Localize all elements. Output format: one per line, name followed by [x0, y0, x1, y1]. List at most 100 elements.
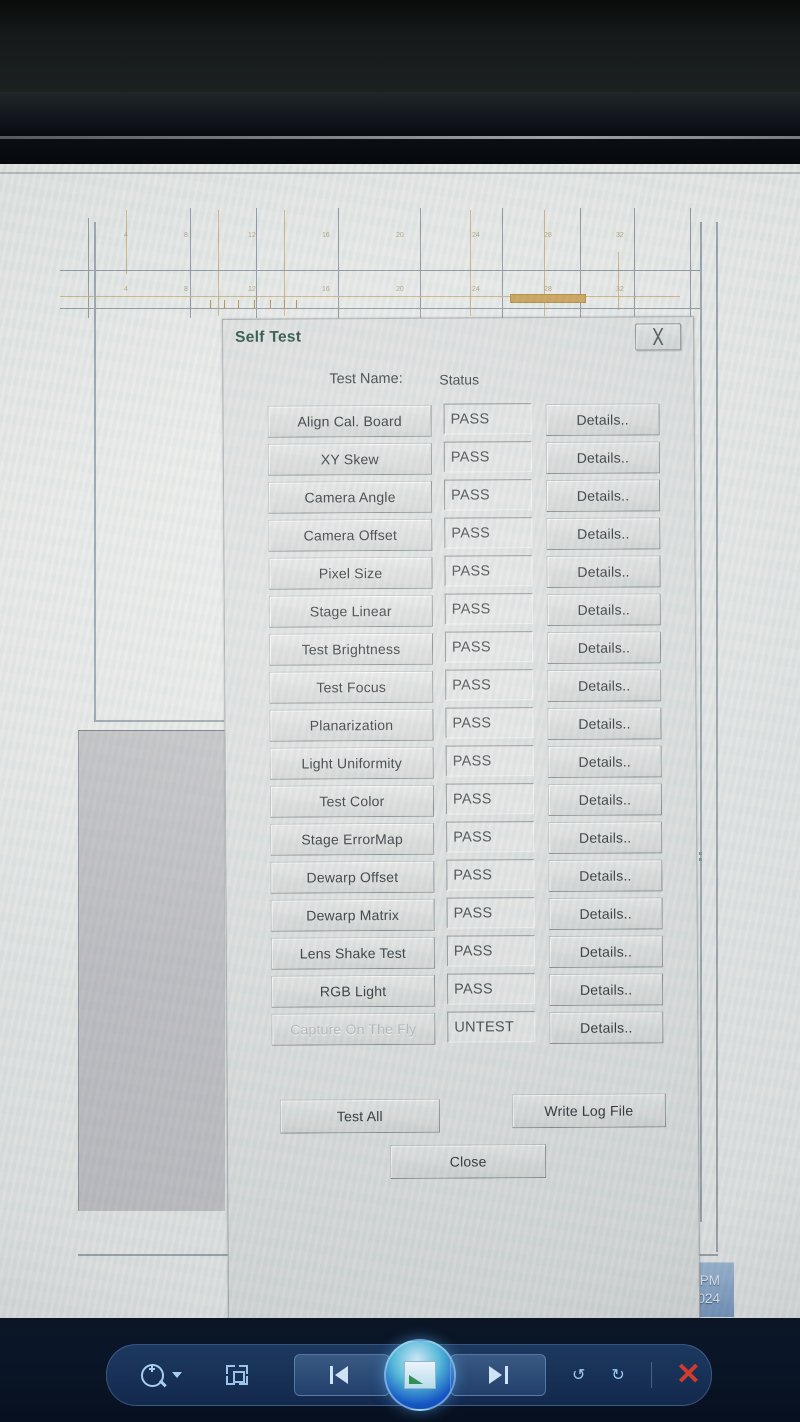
test-button[interactable]: Dewarp Matrix [270, 898, 435, 932]
test-row: Test Brightness PASS Details.. [225, 629, 695, 670]
test-row: Light Uniformity PASS Details.. [226, 743, 696, 784]
status-field: PASS [445, 783, 535, 815]
details-button[interactable]: Details.. [546, 631, 662, 665]
details-button[interactable]: Details.. [549, 1011, 664, 1045]
details-button[interactable]: Details.. [545, 403, 660, 437]
details-button[interactable]: Details.. [546, 555, 661, 589]
close-icon[interactable]: ╳ [635, 323, 682, 351]
details-button[interactable]: Details.. [548, 935, 663, 969]
test-button[interactable]: Dewarp Offset [270, 860, 435, 894]
details-button[interactable]: Details.. [548, 897, 663, 931]
test-row: XY Skew PASS Details.. [224, 439, 694, 480]
self-test-dialog[interactable]: Self Test ╳ Test Name: Status Align Cal.… [222, 316, 701, 1324]
status-field: UNTEST [447, 1011, 536, 1043]
rotate-clockwise-icon[interactable]: ↻ [611, 1365, 624, 1385]
test-button[interactable]: Camera Angle [267, 480, 433, 514]
next-button[interactable] [450, 1354, 546, 1396]
test-button[interactable]: Stage Linear [268, 594, 433, 628]
header-test-name: Test Name: [329, 370, 403, 388]
app-frame-right [700, 222, 702, 1222]
dialog-footer: Test All Write Log File Close [228, 1081, 699, 1204]
details-button[interactable]: Details.. [548, 859, 663, 893]
fit-to-window-icon[interactable] [226, 1365, 248, 1385]
previous-button[interactable] [294, 1354, 390, 1396]
test-row: Lens Shake Test PASS Details.. [227, 933, 697, 974]
details-button[interactable]: Details.. [545, 479, 661, 513]
app-frame-divider [94, 720, 224, 722]
details-button[interactable]: Details.. [549, 973, 664, 1007]
details-button[interactable]: Details.. [547, 707, 662, 741]
test-row: Dewarp Matrix PASS Details.. [227, 895, 697, 936]
test-button[interactable]: XY Skew [267, 442, 432, 476]
status-field: PASS [446, 935, 535, 967]
test-button[interactable]: Lens Shake Test [270, 936, 435, 970]
slideshow-play-button[interactable] [384, 1339, 456, 1411]
dialog-title-bar[interactable]: Self Test ╳ [223, 317, 693, 358]
test-button[interactable]: Stage ErrorMap [270, 822, 435, 856]
test-rows-list: Align Cal. Board PASS Details.. XY Skew PASS… [224, 401, 698, 1050]
close-button[interactable]: Close [390, 1144, 547, 1179]
dialog-title: Self Test [235, 328, 302, 346]
test-row: Camera Offset PASS Details.. [224, 515, 694, 556]
test-row: Capture On The Fly UNTEST Details.. [227, 1009, 697, 1050]
test-row: Stage Linear PASS Details.. [225, 591, 695, 632]
details-button[interactable]: Details.. [547, 669, 662, 703]
app-top-rule [0, 172, 800, 174]
test-row: Stage ErrorMap PASS Details.. [226, 819, 696, 860]
header-status: Status [439, 371, 480, 388]
test-button[interactable]: Camera Offset [268, 518, 433, 552]
test-button[interactable]: RGB Light [271, 974, 436, 1008]
test-row: Pixel Size PASS Details.. [224, 553, 694, 594]
chevron-down-icon[interactable] [172, 1372, 182, 1378]
test-row: Align Cal. Board PASS Details.. [224, 401, 694, 442]
status-field: PASS [447, 973, 536, 1005]
status-field: PASS [444, 555, 533, 587]
status-field: PASS [446, 897, 535, 929]
test-row: Test Focus PASS Details.. [225, 667, 695, 708]
measurement-grid: 4 8 12 16 20 24 28 32 4 8 12 16 20 24 28… [60, 208, 700, 318]
delete-icon[interactable]: ✕ [676, 1360, 701, 1390]
zoom-icon[interactable] [141, 1363, 182, 1387]
status-field: PASS [446, 859, 535, 891]
status-field: PASS [445, 745, 534, 777]
status-field: PASS [443, 479, 533, 511]
status-field: PASS [443, 441, 532, 473]
test-button[interactable]: Light Uniformity [269, 746, 434, 780]
status-field: PASS [445, 669, 534, 701]
toolbar-separator [650, 1362, 652, 1388]
image-preview-panel [78, 730, 225, 1211]
status-field: PASS [445, 707, 534, 739]
monitor-screen: 4 8 12 16 20 24 28 32 4 8 12 16 20 24 28… [0, 164, 800, 1324]
test-button[interactable]: Test Color [269, 784, 435, 818]
rotate-counterclockwise-icon[interactable]: ↺ [572, 1365, 585, 1385]
app-frame-left [94, 222, 96, 722]
status-field: PASS [444, 631, 534, 663]
test-row: Camera Angle PASS Details.. [224, 477, 694, 518]
test-button[interactable]: Pixel Size [268, 556, 433, 590]
test-row: RGB Light PASS Details.. [227, 971, 697, 1012]
details-button[interactable]: Details.. [547, 783, 663, 817]
monitor-bezel-upper [0, 92, 800, 142]
test-row: Test Color PASS Details.. [226, 781, 696, 822]
status-field: PASS [444, 593, 533, 625]
monitor-bezel-top [0, 0, 800, 92]
details-button[interactable]: Details.. [547, 745, 662, 779]
write-log-file-button[interactable]: Write Log File [511, 1093, 666, 1129]
status-field: PASS [444, 517, 533, 549]
details-button[interactable]: Details.. [548, 821, 663, 855]
details-button[interactable]: Details.. [545, 441, 660, 475]
test-button[interactable]: Test Brightness [268, 632, 434, 666]
test-all-button[interactable]: Test All [279, 1098, 440, 1134]
resize-grip-dots [699, 852, 702, 862]
test-button[interactable]: Planarization [269, 708, 434, 742]
photo-viewer-toolbar[interactable]: ↺ ↻ ✕ [106, 1339, 712, 1411]
details-button[interactable]: Details.. [546, 517, 661, 551]
test-button[interactable]: Test Focus [269, 670, 434, 704]
column-headers: Test Name: Status [223, 369, 693, 394]
test-button: Capture On The Fly [271, 1012, 436, 1046]
test-row: Planarization PASS Details.. [225, 705, 695, 746]
status-field: PASS [443, 403, 532, 435]
details-button[interactable]: Details.. [546, 593, 661, 627]
test-button[interactable]: Align Cal. Board [267, 404, 432, 438]
app-frame-right-outer [716, 222, 718, 1252]
